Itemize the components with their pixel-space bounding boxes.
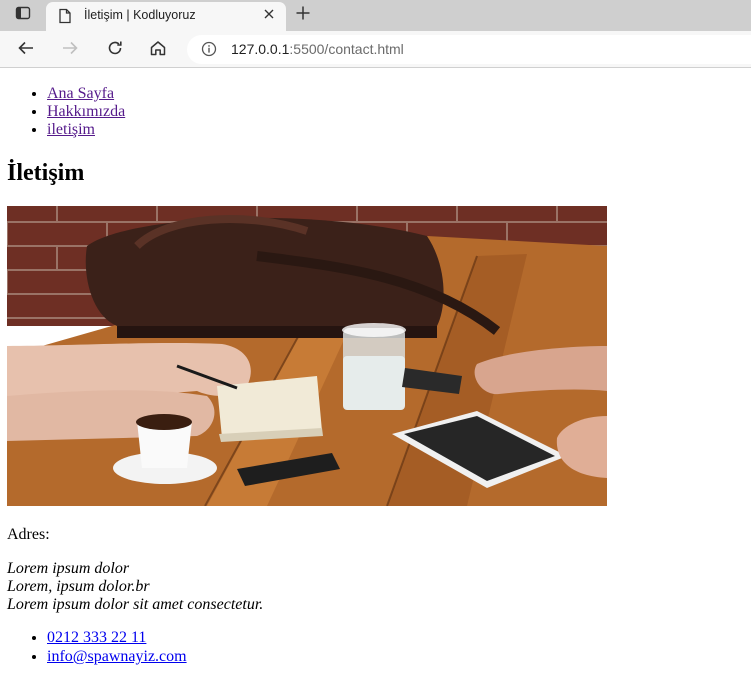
address-bar[interactable]: 127.0.0.1:5500/contact.html [187, 35, 751, 64]
nav-link-about[interactable]: Hakkımızda [47, 103, 125, 120]
nav-link-contact[interactable]: iletişim [47, 121, 95, 138]
phone-link[interactable]: 0212 333 22 11 [47, 629, 146, 646]
forward-arrow-icon [61, 39, 79, 62]
reload-button[interactable] [103, 38, 127, 62]
nav-item: Hakkımızda [47, 103, 125, 121]
nav-item: iletişim [47, 121, 125, 139]
browser-toolbar: 127.0.0.1:5500/contact.html [0, 31, 751, 68]
address-block: Lorem ipsum dolor Lorem, ipsum dolor.br … [7, 560, 263, 614]
plus-icon [295, 5, 311, 26]
url-text: 127.0.0.1:5500/contact.html [231, 41, 404, 57]
page-title: İletişim [7, 160, 85, 186]
reload-icon [106, 39, 124, 62]
sidebar-toggle-button[interactable] [10, 4, 36, 26]
home-button[interactable] [146, 38, 170, 62]
contact-photo [7, 206, 607, 506]
address-line: Lorem ipsum dolor [7, 560, 130, 577]
new-tab-button[interactable] [292, 4, 314, 26]
nav-link-home[interactable]: Ana Sayfa [47, 85, 114, 102]
page-icon [58, 8, 72, 27]
close-icon [263, 8, 275, 23]
url-host: 127.0.0.1 [231, 41, 290, 57]
nav-item: Ana Sayfa [47, 85, 125, 103]
tab-title: İletişim | Kodluyoruz [84, 8, 196, 22]
page-content: Ana Sayfa Hakkımızda iletişim İletişim [0, 69, 751, 673]
email-link[interactable]: info@spawnayiz.com [47, 648, 187, 665]
browser-tab[interactable]: İletişim | Kodluyoruz [46, 2, 286, 31]
address-label: Adres: [7, 526, 50, 543]
home-icon [149, 39, 167, 62]
back-button[interactable] [14, 38, 38, 62]
contact-list: 0212 333 22 11 info@spawnayiz.com [47, 629, 187, 667]
contact-item: 0212 333 22 11 [47, 629, 187, 648]
address-line: Lorem ipsum dolor sit amet consectetur. [7, 596, 264, 613]
info-icon[interactable] [201, 41, 217, 60]
site-nav: Ana Sayfa Hakkımızda iletişim [47, 85, 125, 139]
sidebar-icon [15, 5, 31, 26]
contact-item: info@spawnayiz.com [47, 648, 187, 667]
back-arrow-icon [17, 39, 35, 62]
url-path: :5500/contact.html [289, 41, 404, 57]
browser-tabstrip: İletişim | Kodluyoruz [0, 0, 751, 31]
address-line: Lorem, ipsum dolor.br [7, 578, 150, 595]
forward-button[interactable] [58, 38, 82, 62]
tab-close-button[interactable] [260, 6, 278, 24]
